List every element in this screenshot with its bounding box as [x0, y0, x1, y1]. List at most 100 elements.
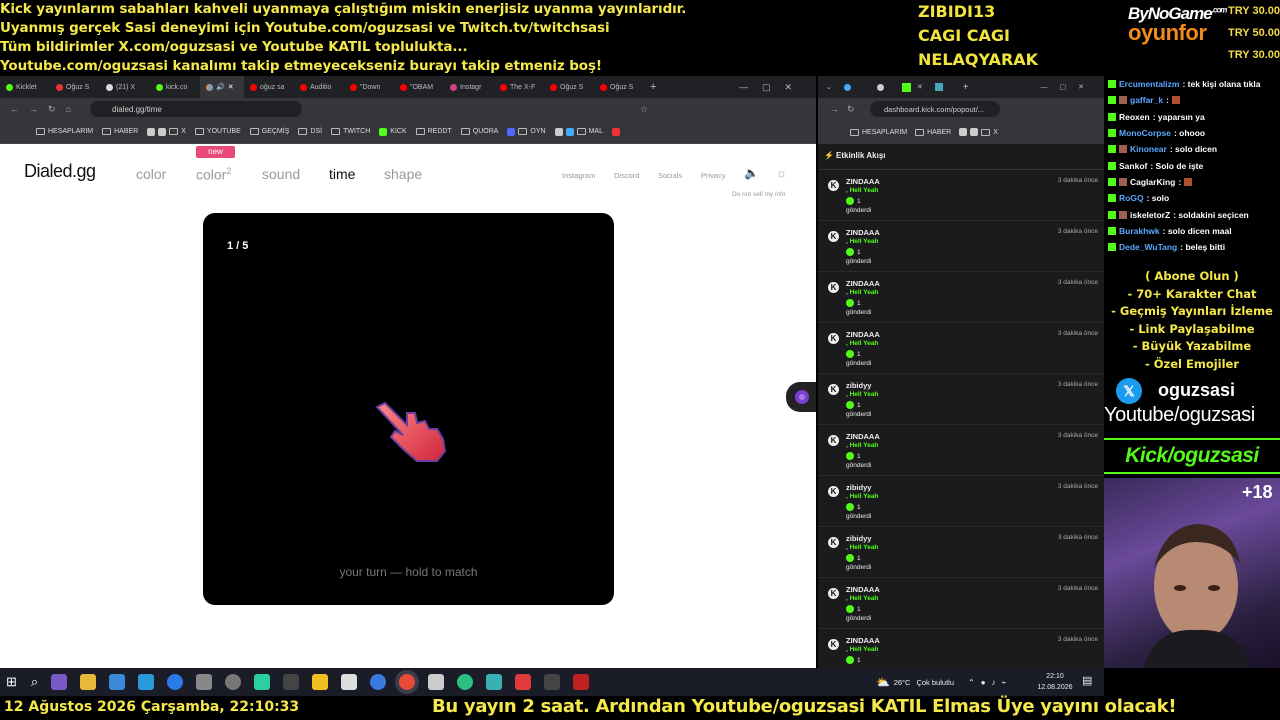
edge-icon[interactable] [167, 674, 184, 690]
search-icon[interactable]: ⌕ [31, 674, 38, 690]
chat-user[interactable]: Burakhwk [1119, 226, 1160, 236]
chat-user[interactable]: Reoxen [1119, 112, 1150, 122]
tray-icons[interactable]: ⌃●♪⌁ [968, 678, 1012, 687]
bookmark-folder[interactable]: TWITCH [331, 128, 370, 135]
new-tab-icon[interactable]: + [963, 82, 969, 93]
bookmark-folder[interactable]: HESAPLARIM [850, 128, 908, 136]
browser-tab[interactable]: "OBAM [394, 76, 444, 98]
chat-user[interactable]: iskeletorZ [1130, 210, 1170, 220]
app-icon[interactable] [283, 674, 300, 690]
link-privacy[interactable]: Privacy [701, 171, 726, 180]
bookmark-folder[interactable]: GEÇMİŞ [249, 128, 289, 135]
nav-color[interactable]: color [136, 166, 166, 182]
bookmark-folder[interactable]: HESAPLARIM [36, 128, 93, 135]
chrome-icon[interactable] [399, 674, 416, 690]
do-not-sell-link[interactable]: Do not sell my info [732, 191, 785, 198]
tray-clock[interactable]: 22:10 12.08.2026 [1030, 671, 1080, 693]
browser-tab[interactable]: Oğuz S [594, 76, 644, 98]
tab-favicon-icon[interactable] [934, 83, 943, 91]
notification-icon[interactable]: ▤ [1082, 674, 1092, 687]
chat-user[interactable]: Sankof [1119, 161, 1147, 171]
weather-temp[interactable]: 26°C [894, 678, 911, 687]
chat-user[interactable]: gaffar_k [1130, 95, 1163, 105]
bookmark-folder[interactable]: YOUTUBE [194, 128, 241, 135]
browser-tab[interactable]: Oğuz S [50, 76, 100, 98]
browser-tab[interactable]: The X-F [494, 76, 544, 98]
chat-user[interactable]: CaglarKing [1130, 177, 1175, 187]
monitor-app-icon[interactable] [109, 674, 126, 690]
kick-icon[interactable] [901, 82, 911, 92]
nav-buttons[interactable]: →↻ [830, 104, 863, 115]
windows-start-icon[interactable]: ⊞ [6, 674, 17, 690]
tab-favicon-icon[interactable] [843, 83, 851, 91]
site-header: Dialed.gg color new color2 sound time sh… [0, 144, 816, 204]
browser-tab[interactable]: Kicklet [0, 76, 50, 98]
game-card[interactable]: 1 / 5 your turn — hold to match [203, 213, 614, 605]
app-icon[interactable] [428, 674, 445, 690]
bookmark-folder[interactable]: KICK [379, 127, 407, 136]
tab-favicon-icon[interactable] [876, 83, 884, 91]
bookmark-folder[interactable]: QUORA [460, 128, 498, 135]
app-icon[interactable] [573, 674, 590, 690]
chat-user[interactable]: Kinonear [1130, 144, 1167, 154]
window-controls[interactable]: —▢✕ [1041, 83, 1096, 91]
app-icon[interactable] [254, 674, 271, 690]
browser-tab[interactable]: Oğuz S [544, 76, 594, 98]
app-icon[interactable] [457, 674, 474, 690]
audio-app-icon[interactable] [544, 674, 561, 690]
edge-beta-icon[interactable] [138, 674, 155, 690]
volume-icon[interactable]: 🔈 [744, 166, 759, 180]
weather-desc[interactable]: Çok bulutlu [916, 678, 954, 687]
chat-user[interactable]: Dede_WuTang [1119, 242, 1177, 252]
url-field[interactable]: dashboard.kick.com/popout/... [870, 101, 1000, 117]
nav-time[interactable]: time [329, 166, 355, 182]
nav-color2[interactable]: color2 [196, 166, 231, 183]
bookmark-label: HESAPLARIM [862, 128, 908, 136]
file-explorer-icon[interactable] [80, 674, 97, 690]
bookmark-folder[interactable]: OYN [507, 127, 546, 136]
vivaldi-icon[interactable] [515, 674, 532, 690]
close-icon[interactable]: ✕ [228, 83, 234, 91]
nav-sound[interactable]: sound [262, 166, 300, 182]
bookmark-folder[interactable]: HABER [102, 128, 138, 135]
pinterest-icon[interactable] [612, 127, 620, 136]
bookmark-folder[interactable]: HABER [915, 128, 951, 136]
link-socials[interactable]: Socials [658, 171, 682, 180]
close-icon[interactable]: ✕ [917, 83, 923, 91]
window-controls[interactable]: —▢✕ [739, 82, 806, 93]
chevron-down-icon[interactable]: ⌄ [826, 83, 832, 91]
floating-widget-button[interactable] [786, 382, 816, 412]
camera-icon[interactable] [196, 674, 213, 690]
url-field[interactable]: dialed.gg/time [90, 101, 302, 117]
bookmark-folder[interactable]: DSİ [298, 128, 322, 135]
browser-tab[interactable]: "Down [344, 76, 394, 98]
bookmark-folder[interactable]: X [959, 128, 998, 136]
obs-icon[interactable] [225, 674, 242, 690]
link-instagram[interactable]: Instagram [562, 171, 595, 180]
link-discord[interactable]: Discord [614, 171, 639, 180]
nav-buttons[interactable]: ←→↻⌂ [10, 104, 81, 115]
browser-tab[interactable]: Auditio [294, 76, 344, 98]
feather-app-icon[interactable] [51, 674, 68, 690]
chat-user[interactable]: MonoCorpse [1119, 128, 1171, 138]
sun-icon[interactable]: ☼ [776, 166, 787, 180]
browser-tab[interactable]: Instagr [444, 76, 494, 98]
bookmark-folder[interactable]: REDDT [415, 128, 452, 135]
new-tab-icon[interactable]: + [650, 81, 656, 93]
app-icon[interactable] [370, 674, 387, 690]
chat-user[interactable]: RoGQ [1119, 193, 1144, 203]
browser-tab[interactable]: oğuz sa [244, 76, 294, 98]
chat-user[interactable]: Ercumentalizm [1119, 79, 1179, 89]
site-logo[interactable]: Dialed.gg [24, 161, 96, 182]
app-icon[interactable] [486, 674, 503, 690]
nav-shape[interactable]: shape [384, 166, 422, 182]
bookmark-star-icon[interactable]: ☆ [640, 104, 648, 115]
bookmark-folder[interactable]: X [147, 127, 186, 136]
browser-tab[interactable]: (21) X [100, 76, 150, 98]
browser-tab-active[interactable]: 🔊 ✕ [200, 76, 244, 98]
weather-icon[interactable]: ⛅ [876, 676, 890, 689]
notes-icon[interactable] [312, 674, 329, 690]
app-icon[interactable] [341, 674, 358, 690]
browser-tab[interactable]: kick.co [150, 76, 200, 98]
bookmark-folder[interactable]: MAL [554, 127, 603, 136]
